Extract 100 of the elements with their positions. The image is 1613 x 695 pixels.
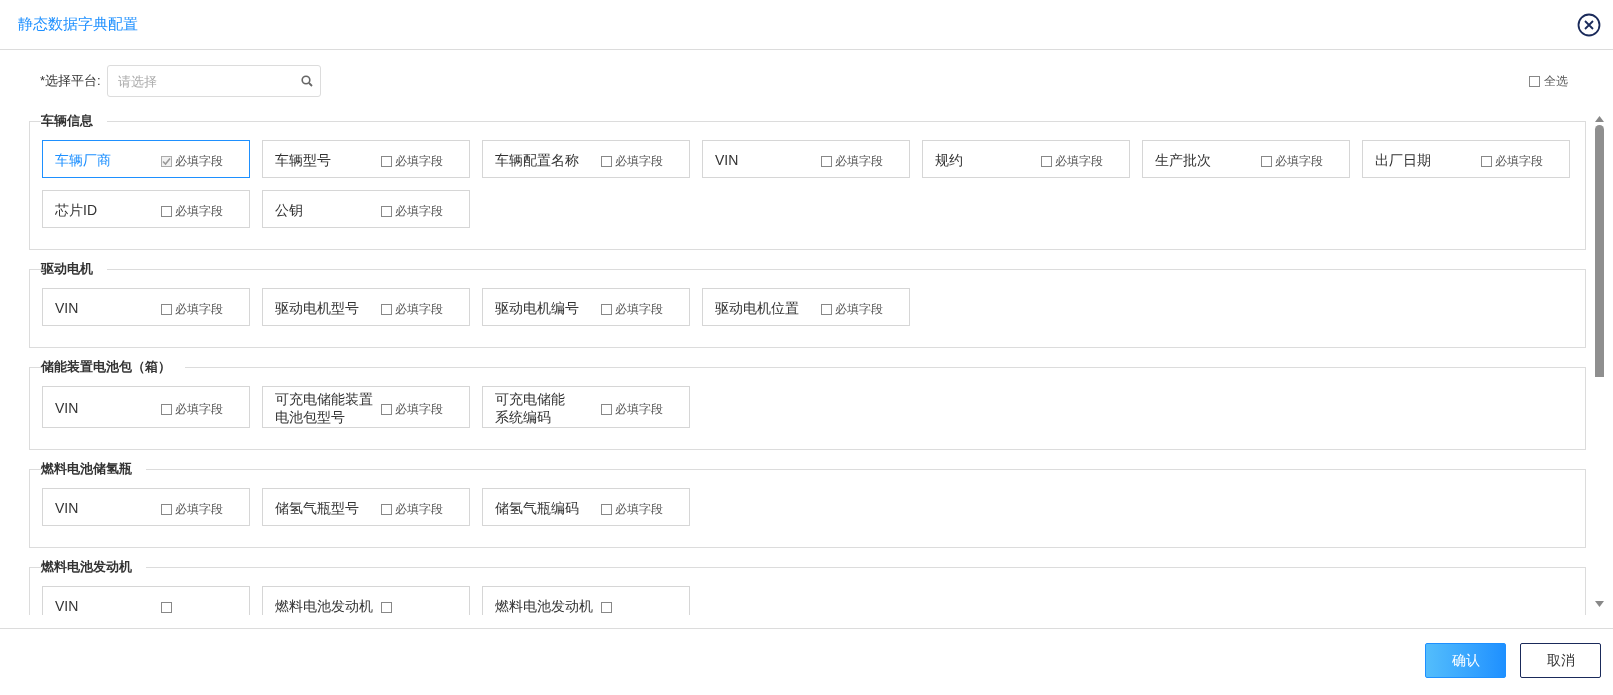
required-checkbox[interactable]	[601, 303, 612, 315]
required-checkbox[interactable]	[381, 601, 392, 613]
required-checkbox[interactable]	[601, 155, 612, 167]
field-card[interactable]: 出厂日期 必填字段	[1362, 140, 1570, 178]
required-label: 必填字段	[615, 501, 663, 518]
field-card[interactable]: VIN 必填字段	[42, 288, 250, 326]
field-name: VIN	[55, 299, 79, 317]
field-card[interactable]: 可充电储能装置 电池包型号 必填字段	[262, 386, 470, 428]
scroll-down-icon[interactable]	[1594, 601, 1604, 607]
required-label: 必填字段	[175, 501, 223, 518]
field-name: 系统编码	[495, 408, 552, 426]
field-card[interactable]: 驱动电机编号 必填字段	[482, 288, 690, 326]
field-card[interactable]: 燃料电池发动机	[482, 586, 690, 615]
field-card[interactable]: 储氢气瓶型号 必填字段	[262, 488, 470, 526]
required-checkbox[interactable]	[601, 403, 612, 415]
field-card[interactable]: 芯片ID 必填字段	[42, 190, 250, 228]
required-checkbox[interactable]	[161, 403, 172, 415]
field-card[interactable]: VIN	[42, 586, 250, 615]
section-title: 储能装置电池包（箱）	[41, 358, 172, 376]
required-label: 必填字段	[1055, 153, 1103, 170]
required-checkbox[interactable]	[381, 303, 392, 315]
required-label: 必填字段	[1495, 153, 1543, 170]
field-name: 芯片ID	[55, 201, 97, 219]
required-label: 必填字段	[615, 301, 663, 318]
required-label: 必填字段	[395, 203, 443, 220]
field-name: 出厂日期	[1375, 151, 1431, 169]
select-all-label: 全选	[1544, 73, 1568, 90]
required-label: 必填字段	[395, 401, 443, 418]
required-label: 必填字段	[835, 301, 883, 318]
field-name: 生产批次	[1155, 151, 1211, 169]
search-icon	[300, 75, 313, 87]
required-checkbox[interactable]	[381, 503, 392, 515]
required-checkbox[interactable]	[1481, 155, 1492, 167]
field-name: 车辆配置名称	[495, 151, 579, 169]
required-label: 必填字段	[175, 401, 223, 418]
field-name: 驱动电机型号	[275, 299, 359, 317]
required-checkbox[interactable]	[601, 503, 612, 515]
field-name: 车辆厂商	[55, 151, 111, 169]
required-label: 必填字段	[395, 301, 443, 318]
required-checkbox[interactable]	[821, 155, 832, 167]
field-name: VIN	[55, 597, 79, 615]
required-label: 必填字段	[615, 401, 663, 418]
field-card[interactable]: 生产批次 必填字段	[1142, 140, 1350, 178]
field-name: 规约	[935, 151, 963, 169]
field-card[interactable]: VIN 必填字段	[42, 488, 250, 526]
field-card[interactable]: 驱动电机型号 必填字段	[262, 288, 470, 326]
field-card[interactable]: VIN 必填字段	[42, 386, 250, 428]
required-label: 必填字段	[395, 501, 443, 518]
required-checkbox[interactable]	[1261, 155, 1272, 167]
close-icon[interactable]	[1577, 12, 1601, 37]
field-card[interactable]: 车辆配置名称 必填字段	[482, 140, 690, 178]
field-card[interactable]: 车辆厂商 必填字段	[42, 140, 250, 178]
field-name: 车辆型号	[275, 151, 331, 169]
dialog-title: 静态数据字典配置	[18, 14, 138, 35]
required-label: 必填字段	[395, 153, 443, 170]
scrollbar-thumb[interactable]	[1594, 125, 1604, 377]
required-checkbox[interactable]	[161, 205, 172, 217]
scroll-up-icon[interactable]	[1594, 116, 1604, 122]
field-name: 储氢气瓶型号	[275, 499, 359, 517]
required-checkbox[interactable]	[381, 403, 392, 415]
required-checkbox[interactable]	[161, 303, 172, 315]
required-checkbox[interactable]	[161, 503, 172, 515]
platform-label: *选择平台:	[40, 72, 101, 91]
field-card[interactable]: 车辆型号 必填字段	[262, 140, 470, 178]
field-card[interactable]: VIN 必填字段	[702, 140, 910, 178]
field-name: 燃料电池发动机	[275, 597, 373, 615]
field-card[interactable]: 储氢气瓶编码 必填字段	[482, 488, 690, 526]
field-name: 驱动电机编号	[495, 299, 579, 317]
section-title: 燃料电池储氢瓶	[41, 460, 133, 478]
field-name: 燃料电池发动机	[495, 597, 593, 615]
field-name: 储氢气瓶编码	[495, 499, 579, 517]
field-card[interactable]: 公钥 必填字段	[262, 190, 470, 228]
field-card[interactable]: 可充电储能 系统编码 必填字段	[482, 386, 690, 428]
required-checkbox[interactable]	[381, 205, 392, 217]
field-name: 驱动电机位置	[715, 299, 799, 317]
required-label: 必填字段	[175, 153, 223, 170]
required-checkbox[interactable]	[1041, 155, 1052, 167]
select-all-checkbox[interactable]	[1529, 75, 1540, 87]
field-name: VIN	[715, 151, 739, 169]
cancel-button[interactable]: 取消	[1520, 643, 1601, 678]
required-checkbox[interactable]	[821, 303, 832, 315]
field-card[interactable]: 规约 必填字段	[922, 140, 1130, 178]
field-name: 可充电储能	[495, 390, 565, 408]
field-name: 电池包型号	[275, 408, 346, 426]
required-checkbox[interactable]	[161, 601, 172, 613]
section-title: 驱动电机	[41, 260, 94, 278]
section-title: 燃料电池发动机	[41, 558, 133, 576]
field-card[interactable]: 燃料电池发动机	[262, 586, 470, 615]
required-label: 必填字段	[175, 301, 223, 318]
field-name: VIN	[55, 399, 79, 417]
required-checkbox[interactable]	[381, 155, 392, 167]
required-checkbox[interactable]	[601, 601, 612, 613]
field-name: 可充电储能装置	[275, 390, 373, 408]
field-card[interactable]: 驱动电机位置 必填字段	[702, 288, 910, 326]
platform-select[interactable]: 请选择	[106, 65, 321, 97]
section-title: 车辆信息	[41, 112, 94, 130]
required-checkbox[interactable]	[161, 155, 172, 167]
required-label: 必填字段	[835, 153, 883, 170]
required-label: 必填字段	[175, 203, 223, 220]
required-label: 必填字段	[1275, 153, 1323, 170]
